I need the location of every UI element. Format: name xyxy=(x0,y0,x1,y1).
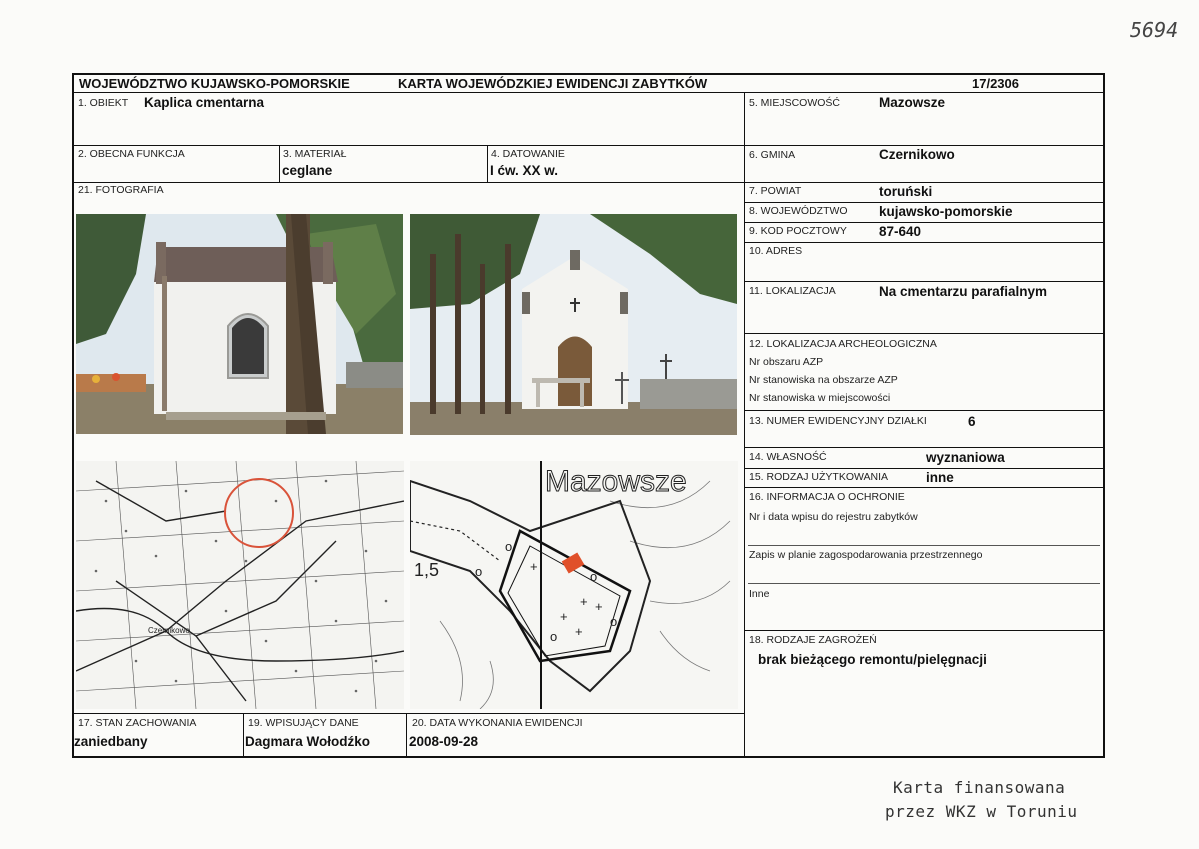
voivodeship-label: 8. WOJEWÓDZTWO xyxy=(749,205,848,217)
function-label: 2. OBECNA FUNKCJA xyxy=(78,148,185,160)
ownership-label: 14. WŁASNOŚĆ xyxy=(749,451,827,463)
photo-chapel-side xyxy=(76,214,403,434)
svg-text:o: o xyxy=(475,564,482,579)
record-date-value: 2008-09-28 xyxy=(409,734,479,749)
register-entry-label: Nr i data wpisu do rejestru zabytków xyxy=(749,511,918,523)
topographic-overview-map: Czernikowo xyxy=(76,461,404,709)
county-label: 7. POWIAT xyxy=(749,185,802,197)
local-site-label: Nr stanowiska w miejscowości xyxy=(749,392,891,404)
region-heading: WOJEWÓDZTWO KUJAWSKO-POMORSKIE xyxy=(79,76,350,91)
svg-text:+: + xyxy=(595,599,603,614)
address-label: 10. ADRES xyxy=(749,245,803,257)
object-label: 1. OBIEKT xyxy=(78,97,129,109)
voivodeship-value: kujawsko-pomorskie xyxy=(879,204,1013,219)
dating-value: I ćw. XX w. xyxy=(490,163,559,178)
postal-code-value: 87-640 xyxy=(879,224,922,239)
protection-label: 16. INFORMACJA O OCHRONIE xyxy=(749,491,905,503)
location-label: 11. LOKALIZACJA xyxy=(749,285,836,297)
condition-value: zaniedbany xyxy=(74,734,148,749)
map-town-label: Czernikowo xyxy=(148,626,190,635)
map-village-label: Mazowsze xyxy=(545,465,687,498)
azp-area-label: Nr obszaru AZP xyxy=(749,356,824,368)
commune-label: 6. GMINA xyxy=(749,149,796,161)
handwritten-page-number: 5694 xyxy=(1130,18,1179,42)
recorder-label: 19. WPISUJĄCY DANE xyxy=(248,717,359,729)
object-value: Kaplica cmentarna xyxy=(144,95,265,110)
locality-value: Mazowsze xyxy=(879,95,946,110)
locality-label: 5. MIEJSCOWOŚĆ xyxy=(749,97,841,109)
card-title: KARTA WOJEWÓDZKIEJ EWIDENCJI ZABYTKÓW xyxy=(398,76,708,91)
location-value: Na cmentarzu parafialnym xyxy=(879,284,1048,299)
usage-label: 15. RODZAJ UŻYTKOWANIA xyxy=(749,471,889,483)
svg-text:+: + xyxy=(575,624,583,639)
parcel-value: 6 xyxy=(968,414,976,429)
threats-label: 18. RODZAJE ZAGROŻEŃ xyxy=(749,634,877,646)
azp-site-label: Nr stanowiska na obszarze AZP xyxy=(749,374,898,386)
map-contour-label: 1,5 xyxy=(414,560,439,580)
commune-value: Czernikowo xyxy=(879,147,955,162)
photo-chapel-front xyxy=(410,214,737,435)
other-protection-label: Inne xyxy=(749,588,770,600)
threats-value: brak bieżącego remontu/pielęgnacji xyxy=(758,652,987,667)
usage-value: inne xyxy=(926,470,954,485)
cadastral-detail-map: + + + + + o o o o o Mazowsze 1,5 xyxy=(410,461,738,709)
material-value: ceglane xyxy=(282,163,333,178)
svg-text:o: o xyxy=(505,539,512,554)
card-number: 17/2306 xyxy=(972,76,1019,91)
condition-label: 17. STAN ZACHOWANIA xyxy=(78,717,197,729)
svg-text:+: + xyxy=(530,559,538,574)
funding-stamp-line1: Karta finansowana xyxy=(893,778,1066,797)
funding-stamp-line2: przez WKZ w Toruniu xyxy=(885,802,1078,821)
dating-label: 4. DATOWANIE xyxy=(491,148,565,160)
archaeology-label: 12. LOKALIZACJA ARCHEOLOGICZNA xyxy=(749,338,937,350)
svg-text:o: o xyxy=(610,614,617,629)
postal-code-label: 9. KOD POCZTOWY xyxy=(749,225,847,237)
material-label: 3. MATERIAŁ xyxy=(283,148,347,160)
svg-text:+: + xyxy=(580,594,588,609)
svg-text:+: + xyxy=(560,609,568,624)
ownership-value: wyznaniowa xyxy=(926,450,1005,465)
record-date-label: 20. DATA WYKONANIA EWIDENCJI xyxy=(412,717,583,729)
photo-label: 21. FOTOGRAFIA xyxy=(78,184,164,196)
spatial-plan-label: Zapis w planie zagospodarowania przestrz… xyxy=(749,549,983,561)
svg-text:o: o xyxy=(550,629,557,644)
parcel-label: 13. NUMER EWIDENCYJNY DZIAŁKI xyxy=(749,415,927,427)
county-value: toruński xyxy=(879,184,933,199)
recorder-value: Dagmara Wołodźko xyxy=(245,734,371,749)
svg-text:o: o xyxy=(590,569,597,584)
